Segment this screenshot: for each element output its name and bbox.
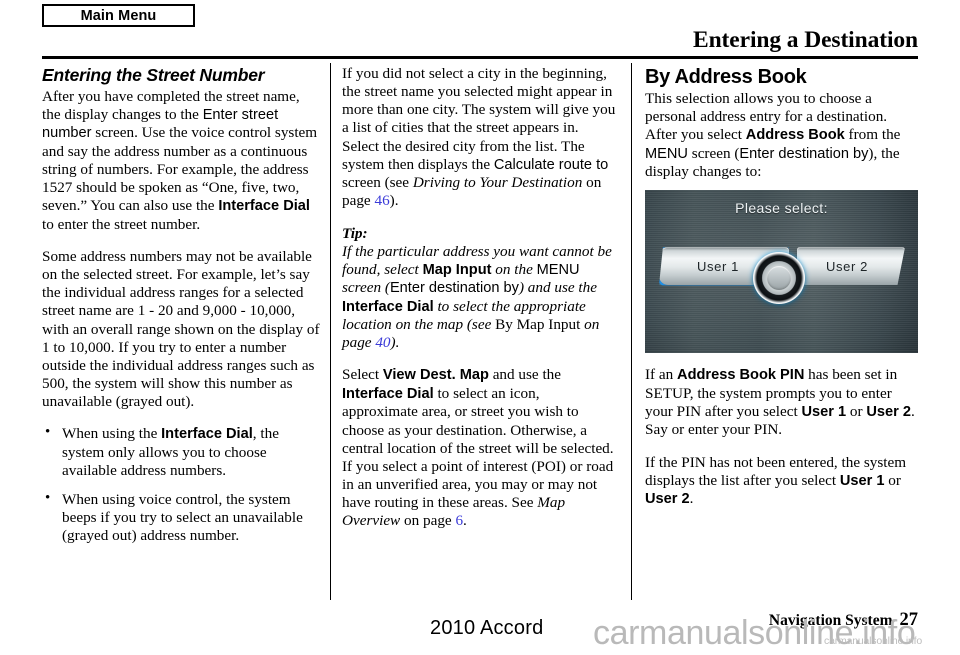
ui-label-interface-dial: Interface Dial xyxy=(161,426,253,443)
text-fragment: If an xyxy=(645,366,678,384)
ui-label-view-dest-map: View Dest. Map xyxy=(382,367,489,384)
text-fragment: When using the xyxy=(62,425,162,443)
text-fragment: . xyxy=(463,512,467,530)
main-menu-button[interactable]: Main Menu xyxy=(42,4,195,27)
ui-label-address-book-pin: Address Book PIN xyxy=(677,367,805,384)
paragraph-city-list: If you did not select a city in the begi… xyxy=(342,65,619,211)
navigation-screen-illustration: Please select: User 1 User 2 xyxy=(645,190,918,354)
text-fragment: and use the xyxy=(488,366,562,384)
paragraph-street-number: After you have completed the street name… xyxy=(42,88,320,234)
list-item: When using the Interface Dial, the syste… xyxy=(42,424,320,480)
paragraph-address-book-intro: This selection allows you to choose a pe… xyxy=(645,90,918,181)
section-title-entering-street-number: Entering the Street Number xyxy=(42,65,265,85)
paragraph-address-book-pin: If an Address Book PIN has been set in S… xyxy=(645,366,918,439)
bullet-list-address-notes: When using the Interface Dial, the syste… xyxy=(42,424,320,545)
ui-label-menu: MENU xyxy=(645,145,688,162)
text-fragment: to select an icon, approximate area, or … xyxy=(342,384,614,512)
paragraph-address-ranges: Some address numbers may not be availabl… xyxy=(42,247,320,411)
text-fragment: or xyxy=(846,402,867,420)
footer-section-label: Navigation System xyxy=(768,612,893,629)
column-one: Entering the Street Number After you hav… xyxy=(42,65,320,557)
column-three: By Address Book This selection allows yo… xyxy=(645,65,918,523)
nav-screen-prompt: Please select: xyxy=(735,200,828,217)
cross-reference-title: Driving to Your Destination xyxy=(412,174,583,192)
list-item: When using voice control, the system bee… xyxy=(42,490,320,545)
watermark-small: carmanualsonline.info xyxy=(824,635,922,647)
section-title-by-address-book: By Address Book xyxy=(645,66,807,88)
text-fragment: or xyxy=(884,471,901,489)
ui-label-user-2: User 2 xyxy=(645,491,690,508)
dial-cap xyxy=(767,266,791,291)
ui-label-enter-destination-by: Enter destination by xyxy=(739,145,869,162)
nav-button-user-1-label: User 1 xyxy=(697,258,739,274)
ui-label-enter-destination-by: Enter destination by xyxy=(389,280,519,297)
tip-label: Tip: xyxy=(342,224,368,242)
text-fragment: to enter the street number. xyxy=(42,215,201,233)
page-link-46[interactable]: 46 xyxy=(374,192,389,209)
column-divider-1 xyxy=(330,63,331,600)
text-fragment: screen ( xyxy=(687,144,740,162)
paragraph-view-dest-map: Select View Dest. Map and use the Interf… xyxy=(342,366,619,530)
column-divider-2 xyxy=(631,63,632,600)
ui-label-user-1: User 1 xyxy=(801,403,847,420)
footer-section-and-page: Navigation System 27 xyxy=(769,610,918,631)
text-fragment: on page xyxy=(400,512,456,530)
ui-label-interface-dial: Interface Dial xyxy=(342,385,434,402)
ui-label-interface-dial: Interface Dial xyxy=(342,298,434,315)
ui-label-user-1: User 1 xyxy=(839,472,885,489)
ui-label-address-book: Address Book xyxy=(745,127,845,144)
text-fragment: screen (see xyxy=(342,174,413,192)
ui-label-map-input: Map Input xyxy=(422,261,492,278)
paragraph-pin-not-entered: If the PIN has not been entered, the sys… xyxy=(645,454,918,509)
text-fragment: ). xyxy=(389,192,399,210)
ui-label-calculate-route-to: Calculate route to xyxy=(493,156,609,173)
text-fragment: ) and use the xyxy=(518,279,597,297)
interface-dial-icon[interactable] xyxy=(753,252,805,305)
column-two: If you did not select a city in the begi… xyxy=(342,65,619,544)
page-title: Entering a Destination xyxy=(693,27,918,53)
text-fragment: from the xyxy=(844,126,901,144)
page-link-40[interactable]: 40 xyxy=(375,334,390,351)
cross-reference-title: By Map Input xyxy=(495,316,581,334)
nav-button-user-2[interactable]: User 2 xyxy=(797,247,905,286)
text-fragment: screen ( xyxy=(342,279,390,297)
footer-model-name: 2010 Accord xyxy=(430,617,544,639)
text-fragment: on the xyxy=(491,260,537,278)
text-fragment: . xyxy=(689,490,694,508)
paragraph-tip: If the particular address you want canno… xyxy=(342,243,619,353)
footer-page-number: 27 xyxy=(899,610,919,630)
nav-button-user-2-label: User 2 xyxy=(826,258,868,274)
text-fragment: ). xyxy=(390,334,400,352)
page-link-6[interactable]: 6 xyxy=(455,512,463,529)
header-divider-rule xyxy=(42,56,918,59)
ui-label-menu: MENU xyxy=(536,261,580,278)
ui-label-interface-dial: Interface Dial xyxy=(218,198,310,215)
ui-label-user-2: User 2 xyxy=(866,403,911,420)
text-fragment: Select xyxy=(342,366,383,384)
main-menu-label: Main Menu xyxy=(80,7,157,24)
